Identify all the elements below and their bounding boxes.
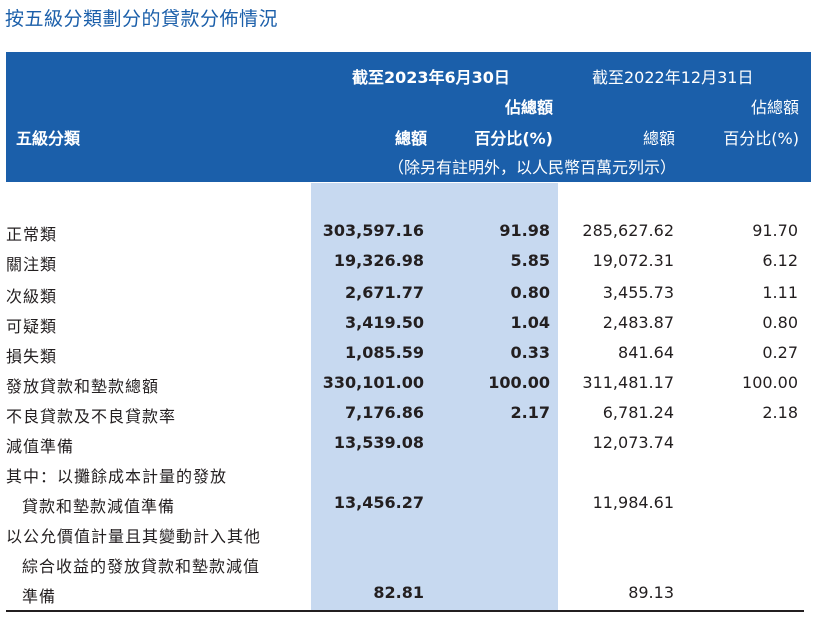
percent-2023-cell: 0.33 — [510, 343, 550, 362]
row-label: 正常類 — [6, 225, 58, 244]
row-label: 貸款和墊款減值準備 — [22, 497, 176, 516]
amount-2023-cell: 13,456.27 — [333, 493, 424, 512]
amount-2022-cell: 6,781.24 — [602, 403, 674, 422]
amount-2023-cell: 1,085.59 — [345, 343, 424, 362]
amount-2022-cell: 3,455.73 — [602, 283, 674, 302]
row-label: 以公允價值計量且其變動計入其他 — [6, 527, 262, 546]
amount-2022-cell: 89.13 — [628, 583, 674, 602]
amount-2023-cell: 330,101.00 — [322, 373, 424, 392]
amount-2-header: 總額 — [642, 129, 675, 148]
amount-2022-cell: 841.64 — [618, 343, 674, 362]
amount-2023-cell: 13,539.08 — [333, 433, 424, 452]
percent-1-header: 百分比(%) — [474, 129, 553, 148]
percent-2023-cell: 100.00 — [488, 373, 550, 392]
period2-header: 截至2022年12月31日 — [592, 68, 754, 87]
table-row: 發放貸款和墊款總額 330,101.00 100.00 311,481.17 100.0… — [0, 373, 830, 399]
row-label: 綜合收益的發放貸款和墊款減值 — [22, 557, 261, 576]
table-row: 準備 82.81 89.13 — [0, 583, 830, 609]
percent-2022-cell: 0.27 — [762, 343, 798, 362]
percent-2022-cell: 1.11 — [762, 283, 798, 302]
amount-2022-cell: 19,072.31 — [592, 251, 674, 270]
table-row: 損失類 1,085.59 0.33 841.64 0.27 — [0, 343, 830, 369]
table-row: 以公允價值計量且其變動計入其他 — [0, 523, 830, 549]
amount-2022-cell: 12,073.74 — [592, 433, 674, 452]
row-label: 不良貸款及不良貸款率 — [6, 407, 177, 426]
unit-note: （除另有註明外，以人民幣百萬元列示） — [388, 158, 677, 177]
row-label: 損失類 — [6, 347, 58, 366]
table-row: 減值準備 13,539.08 12,073.74 — [0, 433, 830, 459]
amount-2022-cell: 11,984.61 — [592, 493, 674, 512]
amount-2022-cell: 311,481.17 — [582, 373, 674, 392]
table-row: 貸款和墊款減值準備 13,456.27 11,984.61 — [0, 493, 830, 519]
share-of-total-2: 佔總額 — [750, 98, 799, 117]
percent-2023-cell: 91.98 — [499, 221, 550, 240]
percent-2022-cell: 91.70 — [752, 221, 798, 240]
table-header: 截至2023年6月30日 截至2022年12月31日 佔總額 佔總額 五級分類 … — [6, 52, 811, 182]
amount-2022-cell: 285,627.62 — [582, 221, 674, 240]
percent-2023-cell: 1.04 — [510, 313, 550, 332]
amount-2022-cell: 2,483.87 — [602, 313, 674, 332]
percent-2022-cell: 100.00 — [742, 373, 798, 392]
row-label: 準備 — [22, 587, 57, 606]
category-column-header: 五級分類 — [16, 129, 81, 148]
share-of-total-1: 佔總額 — [504, 98, 553, 117]
period1-header: 截至2023年6月30日 — [352, 68, 510, 87]
table-row: 綜合收益的發放貸款和墊款減值 — [0, 553, 830, 579]
percent-2023-cell: 2.17 — [510, 403, 550, 422]
table-row: 可疑類 3,419.50 1.04 2,483.87 0.80 — [0, 313, 830, 339]
amount-2023-cell: 82.81 — [373, 583, 424, 602]
amount-2023-cell: 2,671.77 — [345, 283, 424, 302]
row-label: 可疑類 — [6, 317, 58, 336]
percent-2022-cell: 6.12 — [762, 251, 798, 270]
table-row: 正常類 303,597.16 91.98 285,627.62 91.70 — [0, 221, 830, 247]
table-bottom-rule — [6, 610, 804, 612]
row-label: 減值準備 — [6, 437, 75, 456]
row-label: 發放貸款和墊款總額 — [6, 377, 160, 396]
percent-2023-cell: 0.80 — [510, 283, 550, 302]
page-title: 按五級分類劃分的貸款分佈情況 — [5, 8, 279, 30]
row-label: 其中：以攤餘成本計量的發放 — [6, 467, 228, 486]
row-label: 關注類 — [6, 255, 58, 274]
amount-2023-cell: 3,419.50 — [345, 313, 424, 332]
row-label: 次級類 — [6, 287, 58, 306]
table-row: 其中：以攤餘成本計量的發放 — [0, 463, 830, 489]
percent-2022-cell: 2.18 — [762, 403, 798, 422]
percent-2-header: 百分比(%) — [723, 129, 799, 148]
percent-2022-cell: 0.80 — [762, 313, 798, 332]
amount-2023-cell: 7,176.86 — [345, 403, 424, 422]
amount-2023-cell: 19,326.98 — [333, 251, 424, 270]
amount-1-header: 總額 — [394, 129, 427, 148]
table-row: 關注類 19,326.98 5.85 19,072.31 6.12 — [0, 251, 830, 277]
table-row: 次級類 2,671.77 0.80 3,455.73 1.11 — [0, 283, 830, 309]
table-row: 不良貸款及不良貸款率 7,176.86 2.17 6,781.24 2.18 — [0, 403, 830, 429]
amount-2023-cell: 303,597.16 — [322, 221, 424, 240]
percent-2023-cell: 5.85 — [510, 251, 550, 270]
